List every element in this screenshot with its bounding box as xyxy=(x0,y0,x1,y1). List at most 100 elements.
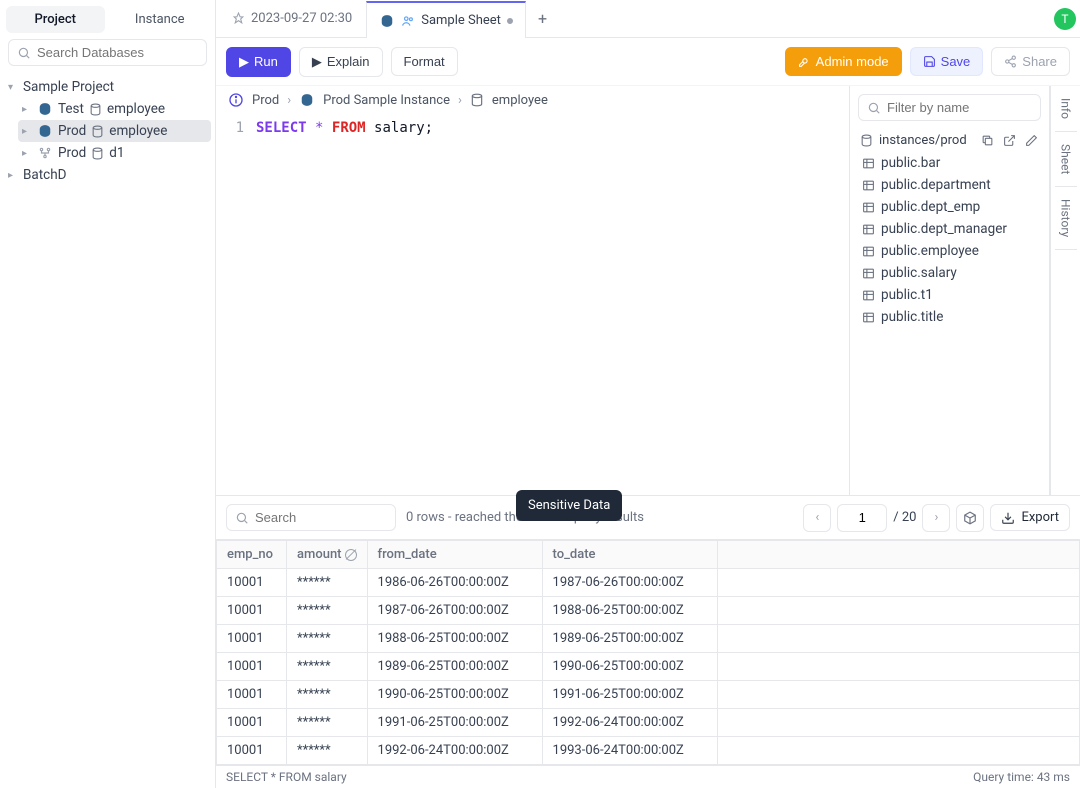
col-spacer xyxy=(717,541,1079,569)
next-page-button[interactable]: › xyxy=(922,504,950,532)
table-row[interactable]: 10001******1990-06-25T00:00:00Z1991-06-2… xyxy=(217,681,1080,709)
edit-icon[interactable] xyxy=(1023,134,1039,147)
sql-editor[interactable]: 1 SELECT * FROM salary; xyxy=(216,114,849,495)
wrench-icon xyxy=(798,55,811,68)
table-row[interactable]: 10001******1989-06-25T00:00:00Z1990-06-2… xyxy=(217,653,1080,681)
col-emp-no[interactable]: emp_no xyxy=(217,541,287,569)
breadcrumb-db[interactable]: employee xyxy=(492,93,548,108)
table-row[interactable]: 10001******1987-06-26T00:00:00Z1988-06-2… xyxy=(217,597,1080,625)
schema-table-item[interactable]: public.dept_manager xyxy=(850,218,1049,240)
cell-amount: ****** xyxy=(287,681,368,709)
col-from-date[interactable]: from_date xyxy=(367,541,542,569)
schema-table-name: public.dept_emp xyxy=(881,199,980,215)
database-icon xyxy=(89,103,102,116)
results-search[interactable] xyxy=(226,504,396,531)
project-name: Sample Project xyxy=(23,79,114,95)
new-tab-button[interactable]: + xyxy=(528,9,557,28)
tree-item-test-employee[interactable]: ▸ Test employee xyxy=(18,98,211,120)
sidebar-tab-project[interactable]: Project xyxy=(6,6,105,33)
table-row[interactable]: 10001******1991-06-25T00:00:00Z1992-06-2… xyxy=(217,709,1080,737)
editor-tab-2[interactable]: Sample Sheet xyxy=(366,1,526,38)
cell-spacer xyxy=(717,681,1079,709)
cell-emp-no: 10001 xyxy=(217,681,287,709)
sidebar-tab-instance[interactable]: Instance xyxy=(111,6,210,33)
search-databases-input[interactable] xyxy=(37,45,213,60)
col-amount[interactable]: amount xyxy=(287,541,368,569)
share-label: Share xyxy=(1022,54,1057,69)
schema-table-item[interactable]: public.employee xyxy=(850,240,1049,262)
avatar[interactable]: T xyxy=(1054,8,1076,30)
format-button[interactable]: Format xyxy=(391,47,458,76)
search-icon xyxy=(867,101,881,115)
schema-table-item[interactable]: public.bar xyxy=(850,152,1049,174)
postgres-icon xyxy=(379,13,395,29)
cell-emp-no: 10001 xyxy=(217,709,287,737)
share-icon xyxy=(1004,55,1017,68)
database-icon xyxy=(91,147,104,160)
cell-spacer xyxy=(717,597,1079,625)
page-input[interactable] xyxy=(837,504,887,532)
table-icon xyxy=(862,179,875,192)
editor-tab-1[interactable]: 2023-09-27 02:30 xyxy=(220,0,364,37)
table-row[interactable]: 10001******1992-06-24T00:00:00Z1993-06-2… xyxy=(217,737,1080,765)
search-icon xyxy=(235,511,249,525)
col-to-date[interactable]: to_date xyxy=(542,541,717,569)
export-label: Export xyxy=(1021,510,1059,525)
admin-mode-button[interactable]: Admin mode xyxy=(785,47,902,76)
cell-amount: ****** xyxy=(287,709,368,737)
table-icon xyxy=(862,157,875,170)
info-icon[interactable] xyxy=(228,92,244,108)
breadcrumb-instance[interactable]: Prod Sample Instance xyxy=(323,93,450,108)
schema-table-item[interactable]: public.salary xyxy=(850,262,1049,284)
cell-emp-no: 10001 xyxy=(217,653,287,681)
tree-project-batchd[interactable]: ▸ BatchD xyxy=(4,164,211,186)
rail-tab-sheet[interactable]: Sheet xyxy=(1055,132,1077,187)
rail-tab-info[interactable]: Info xyxy=(1055,86,1077,132)
db-label: d1 xyxy=(109,145,124,161)
save-label: Save xyxy=(941,54,971,69)
cell-emp-no: 10001 xyxy=(217,597,287,625)
results-search-input[interactable] xyxy=(255,510,387,525)
status-bar: SELECT * FROM salary Query time: 43 ms xyxy=(216,765,1080,788)
prev-page-button[interactable]: ‹ xyxy=(803,504,831,532)
table-row[interactable]: 10001******1988-06-25T00:00:00Z1989-06-2… xyxy=(217,625,1080,653)
env-label: Test xyxy=(58,101,84,117)
database-icon xyxy=(470,93,484,107)
tree-item-prod-employee[interactable]: ▸ Prod employee xyxy=(18,120,211,142)
cell-emp-no: 10001 xyxy=(217,569,287,597)
share-button[interactable]: Share xyxy=(991,47,1070,76)
search-databases[interactable] xyxy=(8,39,207,66)
chevron-right-icon: ▸ xyxy=(22,104,32,115)
table-row[interactable]: 10001******1986-06-26T00:00:00Z1987-06-2… xyxy=(217,569,1080,597)
save-button[interactable]: Save xyxy=(910,47,984,76)
cell-emp-no: 10001 xyxy=(217,737,287,765)
schema-table-item[interactable]: public.title xyxy=(850,306,1049,328)
run-button[interactable]: ▶ Run xyxy=(226,47,291,77)
schema-table-item[interactable]: public.t1 xyxy=(850,284,1049,306)
schema-table-item[interactable]: public.dept_emp xyxy=(850,196,1049,218)
cell-to-date: 1988-06-25T00:00:00Z xyxy=(542,597,717,625)
search-icon xyxy=(17,46,31,60)
schema-filter-input[interactable] xyxy=(887,100,1063,115)
cell-emp-no: 10001 xyxy=(217,625,287,653)
play-icon: ▶ xyxy=(239,54,249,70)
explain-button[interactable]: ▶ Explain xyxy=(299,47,383,77)
export-button[interactable]: Export xyxy=(990,504,1070,531)
rail-tab-history[interactable]: History xyxy=(1055,187,1077,250)
tree-item-prod-d1[interactable]: ▸ Prod d1 xyxy=(18,142,211,164)
schema-table-item[interactable]: public.department xyxy=(850,174,1049,196)
sidebar: Project Instance ▾ Sample Project xyxy=(0,0,216,788)
schema-panel: instances/prod public.barpublic.departme… xyxy=(850,86,1050,495)
status-time: Query time: 43 ms xyxy=(973,770,1070,784)
table-header-row: emp_no amount from_date to_date xyxy=(217,541,1080,569)
schema-filter[interactable] xyxy=(858,94,1041,121)
tab-label: Sample Sheet xyxy=(421,13,501,28)
cube-button[interactable] xyxy=(956,504,984,532)
cell-amount: ****** xyxy=(287,597,368,625)
breadcrumb-env[interactable]: Prod xyxy=(252,93,279,108)
external-link-icon[interactable] xyxy=(1001,134,1017,147)
tree-project-sample[interactable]: ▾ Sample Project xyxy=(4,76,211,98)
copy-icon[interactable] xyxy=(979,134,995,147)
schema-table-name: public.title xyxy=(881,309,943,325)
schema-table-name: public.employee xyxy=(881,243,979,259)
